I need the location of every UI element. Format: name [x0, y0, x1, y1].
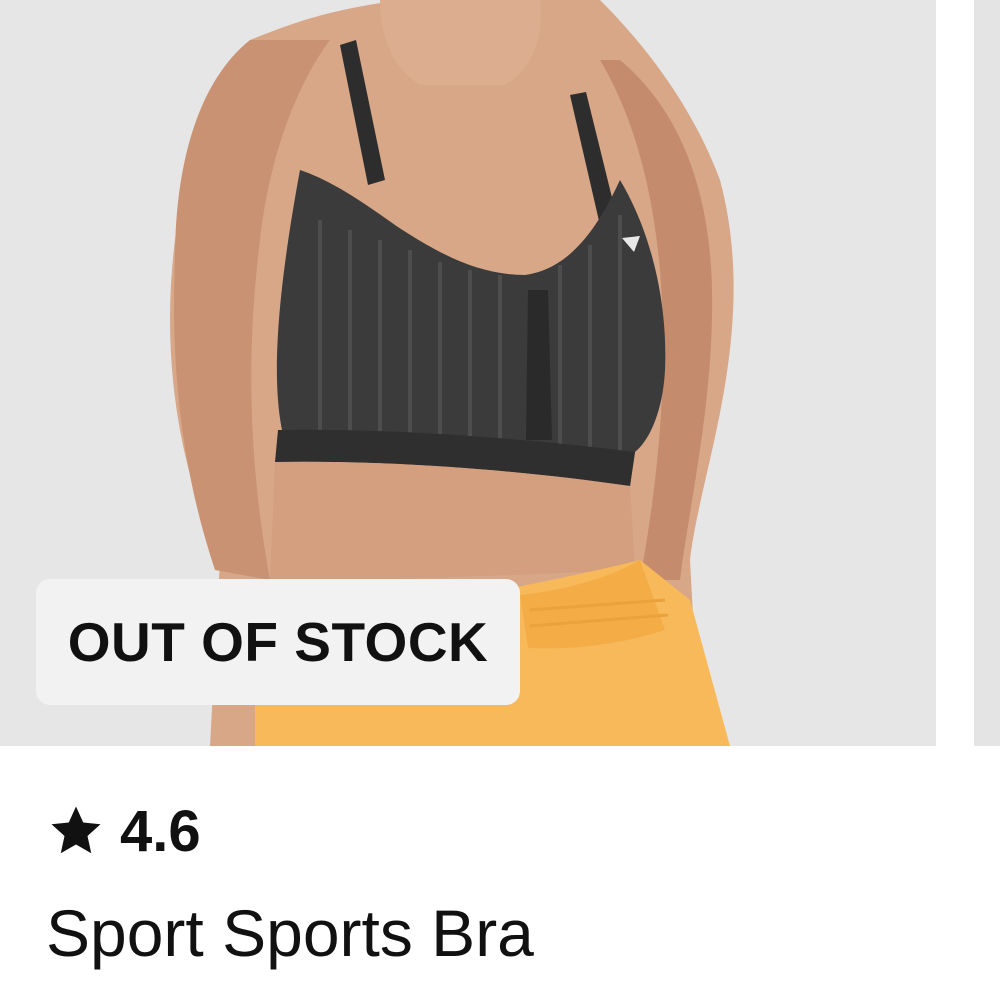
product-grid: OUT OF STOCK 4.6 Sport Sports Bra [0, 0, 1000, 1000]
product-image[interactable]: OUT OF STOCK [0, 0, 936, 746]
next-product-image-edge[interactable] [974, 0, 1000, 746]
badge-label: OUT OF STOCK [67, 611, 489, 673]
star-icon [51, 806, 101, 854]
rating: 4.6 [46, 796, 201, 866]
rating-value: 4.6 [120, 798, 201, 864]
out-of-stock-badge: OUT OF STOCK [36, 579, 520, 705]
product-card[interactable]: OUT OF STOCK 4.6 Sport Sports Bra [0, 0, 936, 1000]
product-title[interactable]: Sport Sports Bra [46, 895, 534, 971]
